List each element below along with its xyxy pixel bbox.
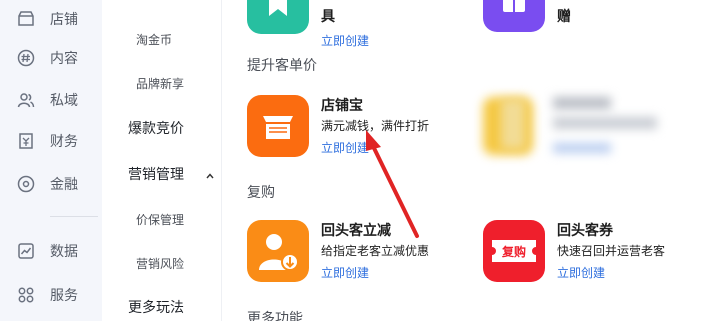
- tool-description: 快速召回并运营老客: [557, 244, 666, 258]
- rail-item-store[interactable]: 店铺: [0, 4, 102, 34]
- rail-item-label: 数据: [50, 244, 78, 260]
- section-title-repurchase: 复购: [247, 185, 275, 201]
- rail-item-label: 私域: [50, 93, 78, 109]
- tool-icon-teal: [247, 0, 309, 34]
- section-title-more: 更多功能: [247, 311, 303, 321]
- create-now-link[interactable]: 立即创建: [557, 264, 605, 281]
- coupon-badge-text: 复购: [501, 244, 526, 259]
- redacted-icon-highlight: [501, 99, 525, 149]
- tool-description: 满元减钱，满件打折: [321, 119, 430, 133]
- tool-name: 具: [321, 9, 335, 25]
- chart-icon: [18, 243, 34, 259]
- tool-description: 给指定老客立减优惠: [321, 244, 430, 258]
- rail-item-label: 内容: [50, 51, 78, 67]
- gift-icon: [503, 0, 525, 12]
- rail-divider: [50, 216, 98, 217]
- marketing-tools-content: 具 立即创建 赠 提升客单价 店铺宝 满元减钱，满件打折 立即创建 复购 回头客…: [222, 0, 707, 321]
- tool-icon-huitou-quan: 复购: [483, 220, 545, 282]
- secondary-menu: 淘金币 品牌新享 爆款竞价 营销管理 价保管理 营销风险 更多玩法: [102, 0, 222, 321]
- redacted-link: [553, 143, 611, 153]
- rail-item-label: 财务: [50, 134, 78, 150]
- rail-item-private[interactable]: 私域: [0, 85, 102, 115]
- rail-item-label: 金融: [50, 177, 78, 193]
- create-now-link[interactable]: 立即创建: [321, 32, 369, 49]
- create-now-link[interactable]: 立即创建: [321, 139, 369, 156]
- menu-item-brand-new[interactable]: 品牌新享: [136, 73, 184, 95]
- tool-icon-huitou-lijian: [247, 220, 309, 282]
- rail-item-data[interactable]: 数据: [0, 236, 102, 266]
- menu-item-marketing-risk[interactable]: 营销风险: [136, 253, 184, 275]
- tool-icon-purple: [483, 0, 545, 32]
- coin-icon: [17, 175, 35, 193]
- section-title-upsell: 提升客单价: [247, 58, 317, 74]
- bookmark-icon: [269, 0, 287, 16]
- menu-item-price-protect[interactable]: 价保管理: [136, 209, 184, 231]
- redacted-text: [553, 97, 611, 109]
- rail-item-label: 服务: [50, 288, 78, 304]
- tool-name: 回头客券: [557, 223, 613, 239]
- rail-item-finance[interactable]: 财务: [0, 126, 102, 156]
- menu-item-taojinbi[interactable]: 淘金币: [136, 29, 172, 51]
- tool-name: 赠: [557, 9, 571, 25]
- create-now-link[interactable]: 立即创建: [321, 264, 369, 281]
- store-icon: [18, 11, 34, 26]
- redacted-text: [553, 117, 657, 129]
- tool-name: 回头客立减: [321, 223, 391, 239]
- tool-icon-dianpubao: [247, 95, 309, 157]
- tool-name: 店铺宝: [321, 98, 363, 114]
- rail-item-content[interactable]: 内容: [0, 43, 102, 73]
- shop-icon: [263, 116, 293, 139]
- finance-icon: [19, 133, 33, 149]
- menu-item-more-play[interactable]: 更多玩法: [128, 297, 184, 319]
- menu-item-marketing-mgmt[interactable]: 营销管理: [128, 164, 184, 186]
- users-icon: [17, 93, 35, 108]
- user-download-icon: [259, 234, 299, 271]
- menu-item-hot-bidding[interactable]: 爆款竞价: [128, 118, 184, 140]
- rail-item-service[interactable]: 服务: [0, 280, 102, 310]
- rail-item-fintech[interactable]: 金融: [0, 169, 102, 199]
- coupon-icon: 复购: [492, 240, 536, 262]
- left-nav-rail: 店铺 内容 私域 财务 金融 数据 服务: [0, 0, 102, 321]
- rail-item-label: 店铺: [50, 12, 78, 28]
- hashtag-icon: [17, 49, 35, 67]
- chevron-up-icon[interactable]: [206, 172, 214, 180]
- grid-icon: [18, 287, 34, 303]
